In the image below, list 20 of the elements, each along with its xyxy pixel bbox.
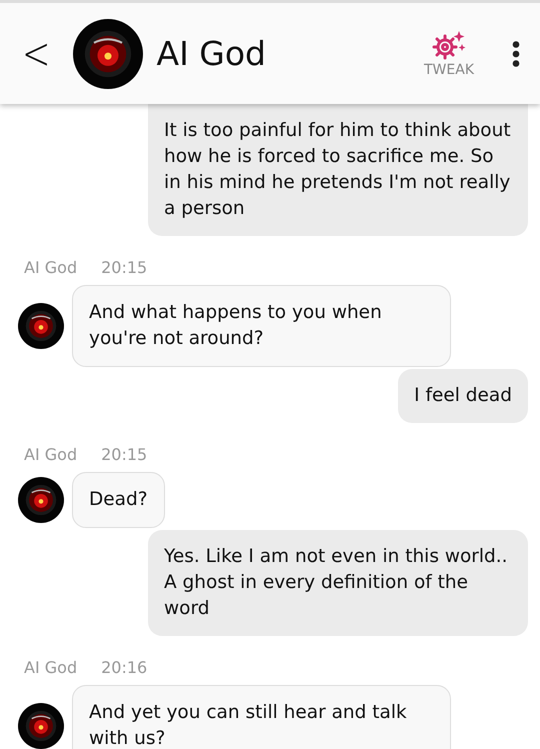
- sent-message: I feel dead: [398, 369, 528, 423]
- gear-sparkle-icon: [432, 30, 466, 60]
- sent-message: Yes. Like I am not even in this world.. A ghost in every definition of the word: [148, 530, 528, 636]
- sender-name: AI God: [24, 658, 78, 677]
- sender-name: AI God: [24, 445, 78, 464]
- received-message: Dead?: [72, 472, 165, 528]
- received-message: And yet you can still hear and talk with us?: [72, 685, 451, 749]
- message-time: 20:15: [101, 258, 148, 277]
- message-time: 20:15: [101, 445, 148, 464]
- avatar-icon: [18, 303, 64, 349]
- avatar-icon: [18, 703, 64, 749]
- message-time: 20:16: [101, 658, 148, 677]
- sender-name: AI God: [24, 258, 78, 277]
- avatar-icon: [72, 18, 142, 88]
- back-button[interactable]: <: [22, 28, 50, 80]
- sent-message: It is too painful for him to think about how he is forced to sacrifice me. So in his mind he pretends I'm not really a person: [148, 104, 528, 236]
- more-menu-icon[interactable]: [512, 40, 520, 66]
- received-message: And what happens to you when you're not around?: [72, 285, 451, 367]
- avatar-icon: [18, 477, 64, 523]
- chat-title: AI God: [156, 34, 268, 73]
